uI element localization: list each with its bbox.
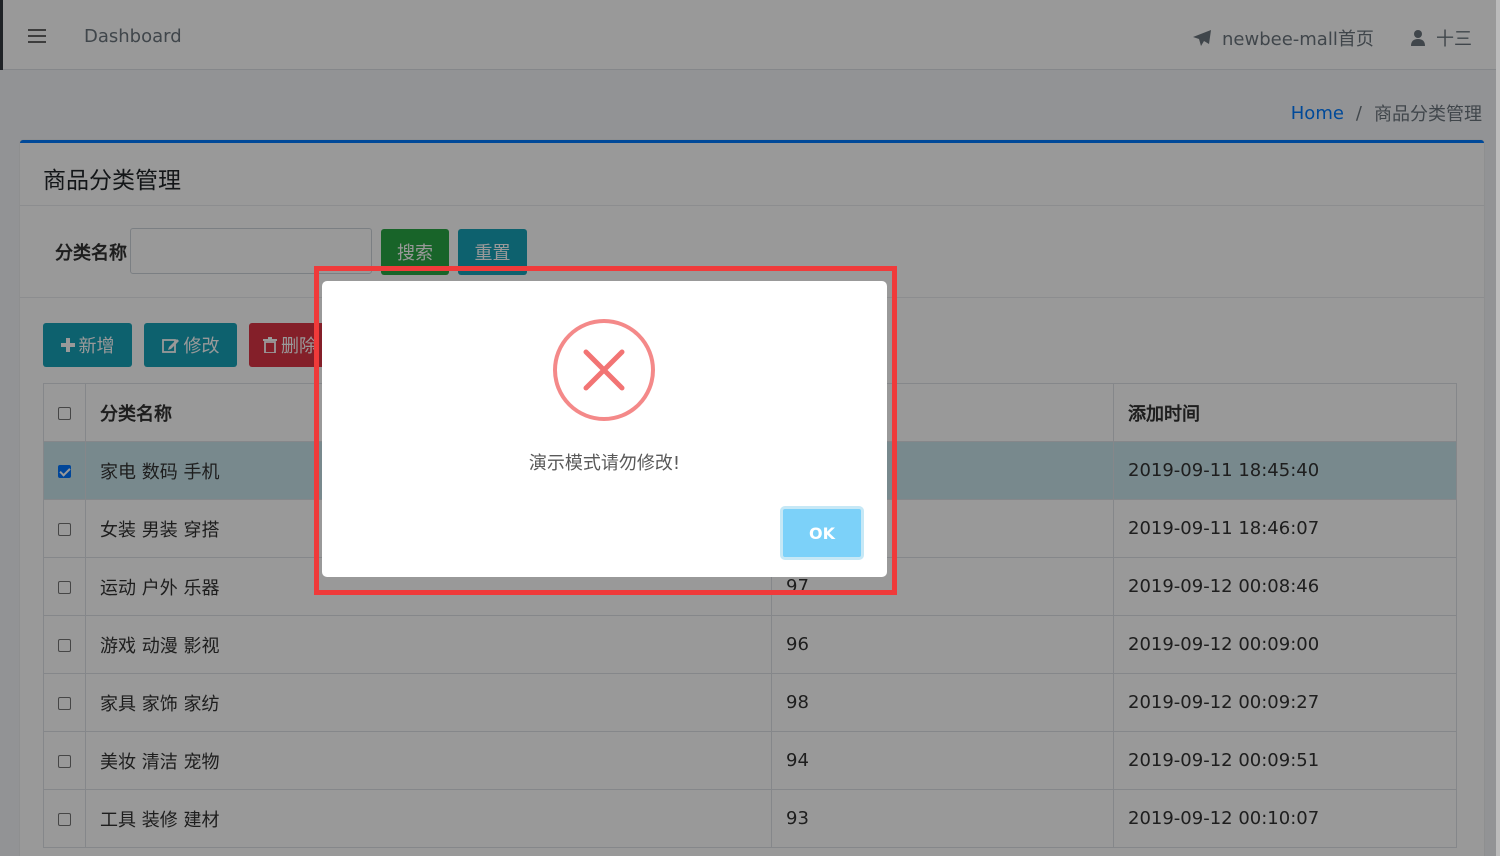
alert-message: 演示模式请勿修改! — [528, 453, 681, 474]
ok-button[interactable]: OK — [780, 506, 864, 560]
alert-dialog: 演示模式请勿修改! OK — [322, 281, 887, 577]
scrollbar[interactable] — [1496, 0, 1500, 856]
error-x-icon — [553, 319, 655, 421]
